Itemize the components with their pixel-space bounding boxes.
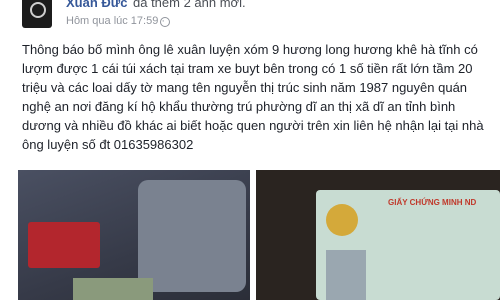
emblem-icon (326, 204, 358, 236)
post-timestamp-link[interactable]: Hôm qua lúc 17:59 · (66, 15, 165, 27)
money-shape (73, 278, 153, 300)
photo-id-card[interactable]: GIẤY CHỨNG MINH ND (256, 170, 500, 300)
post-text: Thông báo bố mình ông lê xuân luyện xóm … (22, 42, 484, 152)
author-avatar[interactable] (22, 0, 52, 28)
id-card-title: GIẤY CHỨNG MINH ND (388, 198, 477, 207)
wallet-shape (28, 222, 100, 268)
avatar-ring (30, 2, 46, 18)
post-action-text: đã thêm 2 ảnh mới. (133, 0, 246, 10)
handbag-shape (138, 180, 246, 292)
globe-icon (160, 17, 170, 27)
photo-handbag[interactable] (18, 170, 250, 300)
post-header: Xuân Đức đã thêm 2 ảnh mới. Hôm qua lúc … (0, 0, 500, 34)
author-name-link[interactable]: Xuân Đức (66, 0, 127, 10)
portrait-shape (326, 250, 366, 300)
id-card-shape: GIẤY CHỨNG MINH ND (316, 190, 500, 300)
photo-grid: GIẤY CHỨNG MINH ND (18, 170, 500, 300)
